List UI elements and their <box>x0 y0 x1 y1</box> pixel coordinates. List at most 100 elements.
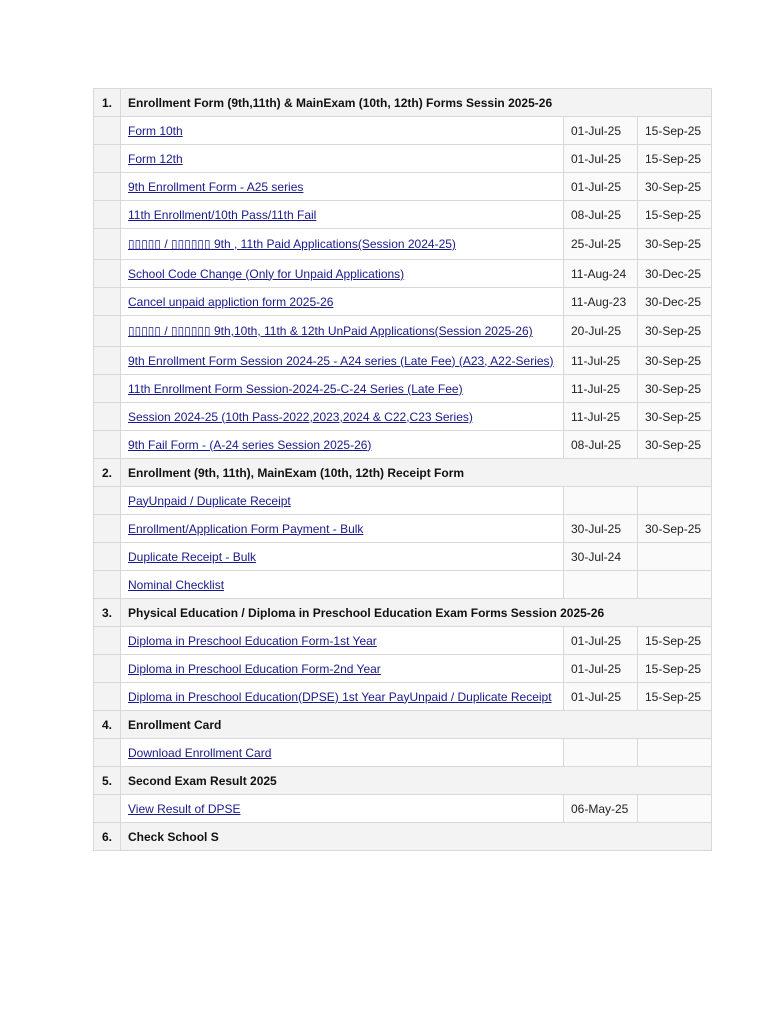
link-form-12th[interactable]: Form 12th <box>128 152 183 166</box>
end-date-cell <box>637 542 712 571</box>
end-date-cell: 30-Sep-25 <box>637 228 712 260</box>
table-row: 9th Enrollment Form - A25 series 01-Jul-2… <box>93 172 712 201</box>
section-title: Physical Education / Diploma in Preschoo… <box>120 598 712 627</box>
start-date-cell: 01-Jul-25 <box>563 144 638 173</box>
start-date-cell: 01-Jul-25 <box>563 626 638 655</box>
link-diploma-in-preschool-education-dpse-1st-[interactable]: Diploma in Preschool Education(DPSE) 1st… <box>128 690 552 704</box>
row-title-cell: ▯▯▯▯▯ / ▯▯▯▯▯▯ 9th,10th, 11th & 12th UnP… <box>120 315 564 347</box>
start-date-cell: 01-Jul-25 <box>563 682 638 711</box>
end-date-cell: 30-Dec-25 <box>637 259 712 288</box>
start-date-cell: 01-Jul-25 <box>563 654 638 683</box>
table-row: Diploma in Preschool Education Form-2nd … <box>93 654 712 683</box>
table-row: Enrollment/Application Form Payment - Bu… <box>93 514 712 543</box>
link-download-enrollment-card[interactable]: Download Enrollment Card <box>128 746 271 760</box>
link-view-result-of-dpse[interactable]: View Result of DPSE <box>128 802 241 816</box>
row-index-cell <box>93 144 121 173</box>
table-row: PayUnpaid / Duplicate Receipt <box>93 486 712 515</box>
end-date-cell: 15-Sep-25 <box>637 116 712 145</box>
row-title-cell: Form 12th <box>120 144 564 173</box>
table-row: Form 10th 01-Jul-25 15-Sep-25 <box>93 116 712 145</box>
row-title-cell: Diploma in Preschool Education Form-2nd … <box>120 654 564 683</box>
section-title: Enrollment Card <box>120 710 712 739</box>
row-index-cell <box>93 228 121 260</box>
end-date-cell: 15-Sep-25 <box>637 200 712 229</box>
row-title-cell: 11th Enrollment/10th Pass/11th Fail <box>120 200 564 229</box>
link-school-code-change-only-for-unpaid-appli[interactable]: School Code Change (Only for Unpaid Appl… <box>128 267 404 281</box>
link-nominal-checklist[interactable]: Nominal Checklist <box>128 578 224 592</box>
row-index-cell <box>93 682 121 711</box>
start-date-cell <box>563 738 638 767</box>
start-date-cell: 11-Aug-24 <box>563 259 638 288</box>
link-9th-fail-form-a-24-series-session-2025-2[interactable]: 9th Fail Form - (A-24 series Session 202… <box>128 438 371 452</box>
row-index-cell <box>93 486 121 515</box>
link-11th-enrollment-form-session-2024-25-c-2[interactable]: 11th Enrollment Form Session-2024-25-C-2… <box>128 382 463 396</box>
table-row: ▯▯▯▯▯ / ▯▯▯▯▯▯ 9th , 11th Paid Applicati… <box>93 228 712 260</box>
section-header-row: 3. Physical Education / Diploma in Presch… <box>93 598 712 627</box>
row-title-cell: View Result of DPSE <box>120 794 564 823</box>
link-11th-enrollment-10th-pass-11th-fail[interactable]: 11th Enrollment/10th Pass/11th Fail <box>128 208 316 222</box>
link-session-2024-25-10th-pass-2022-2023-2024[interactable]: Session 2024-25 (10th Pass-2022,2023,202… <box>128 410 473 424</box>
link-payunpaid-duplicate-receipt[interactable]: PayUnpaid / Duplicate Receipt <box>128 494 291 508</box>
section-number: 5. <box>93 766 121 795</box>
row-index-cell <box>93 514 121 543</box>
end-date-cell: 30-Sep-25 <box>637 374 712 403</box>
row-title-cell: Download Enrollment Card <box>120 738 564 767</box>
table-row: View Result of DPSE 06-May-25 <box>93 794 712 823</box>
link-9th-enrollment-form-session-2024-25-a24-[interactable]: 9th Enrollment Form Session 2024-25 - A2… <box>128 354 554 368</box>
row-title-cell: PayUnpaid / Duplicate Receipt <box>120 486 564 515</box>
row-index-cell <box>93 200 121 229</box>
start-date-cell: 01-Jul-25 <box>563 172 638 201</box>
link-cancel-unpaid-appliction-form-2025-26[interactable]: Cancel unpaid appliction form 2025-26 <box>128 295 333 309</box>
section-number: 1. <box>93 88 121 117</box>
end-date-cell: 15-Sep-25 <box>637 654 712 683</box>
link-diploma-in-preschool-education-form-1st-[interactable]: Diploma in Preschool Education Form-1st … <box>128 634 377 648</box>
end-date-cell <box>637 570 712 599</box>
section-title: Enrollment Form (9th,11th) & MainExam (1… <box>120 88 712 117</box>
section-number: 6. <box>93 822 121 851</box>
link-9th-enrollment-form-a25-series[interactable]: 9th Enrollment Form - A25 series <box>128 180 303 194</box>
link-9th-10th-11th-12th-unpaid-applications-s[interactable]: ▯▯▯▯▯ / ▯▯▯▯▯▯ 9th,10th, 11th & 12th UnP… <box>128 324 533 338</box>
table-row: Form 12th 01-Jul-25 15-Sep-25 <box>93 144 712 173</box>
table-row: 11th Enrollment/10th Pass/11th Fail 08-Ju… <box>93 200 712 229</box>
table-row: Duplicate Receipt - Bulk 30-Jul-24 <box>93 542 712 571</box>
start-date-cell: 11-Aug-23 <box>563 287 638 316</box>
link-9th-11th-paid-applications-session-2024-[interactable]: ▯▯▯▯▯ / ▯▯▯▯▯▯ 9th , 11th Paid Applicati… <box>128 237 456 251</box>
start-date-cell <box>563 570 638 599</box>
table-row: Diploma in Preschool Education(DPSE) 1st… <box>93 682 712 711</box>
row-title-cell: 9th Fail Form - (A-24 series Session 202… <box>120 430 564 459</box>
start-date-cell: 01-Jul-25 <box>563 116 638 145</box>
link-diploma-in-preschool-education-form-2nd-[interactable]: Diploma in Preschool Education Form-2nd … <box>128 662 381 676</box>
start-date-cell: 08-Jul-25 <box>563 430 638 459</box>
row-title-cell: Diploma in Preschool Education Form-1st … <box>120 626 564 655</box>
link-form-10th[interactable]: Form 10th <box>128 124 183 138</box>
end-date-cell <box>637 794 712 823</box>
section-title: Second Exam Result 2025 <box>120 766 712 795</box>
row-title-cell: Diploma in Preschool Education(DPSE) 1st… <box>120 682 564 711</box>
link-enrollment-application-form-payment-bulk[interactable]: Enrollment/Application Form Payment - Bu… <box>128 522 363 536</box>
forms-table: 1. Enrollment Form (9th,11th) & MainExam … <box>93 88 712 851</box>
row-title-cell: Cancel unpaid appliction form 2025-26 <box>120 287 564 316</box>
end-date-cell <box>637 738 712 767</box>
row-title-cell: 11th Enrollment Form Session-2024-25-C-2… <box>120 374 564 403</box>
end-date-cell: 30-Sep-25 <box>637 514 712 543</box>
row-index-cell <box>93 542 121 571</box>
row-title-cell: Duplicate Receipt - Bulk <box>120 542 564 571</box>
row-title-cell: Nominal Checklist <box>120 570 564 599</box>
forms-table-body: 1. Enrollment Form (9th,11th) & MainExam … <box>93 88 712 851</box>
start-date-cell: 30-Jul-24 <box>563 542 638 571</box>
table-row: Diploma in Preschool Education Form-1st … <box>93 626 712 655</box>
end-date-cell: 30-Sep-25 <box>637 430 712 459</box>
table-row: Download Enrollment Card <box>93 738 712 767</box>
section-header-row: 4. Enrollment Card <box>93 710 712 739</box>
row-index-cell <box>93 738 121 767</box>
section-number: 2. <box>93 458 121 487</box>
table-row: 9th Fail Form - (A-24 series Session 202… <box>93 430 712 459</box>
table-row: School Code Change (Only for Unpaid Appl… <box>93 259 712 288</box>
table-row: 11th Enrollment Form Session-2024-25-C-2… <box>93 374 712 403</box>
section-number: 3. <box>93 598 121 627</box>
section-header-row: 2. Enrollment (9th, 11th), MainExam (10th… <box>93 458 712 487</box>
start-date-cell: 30-Jul-25 <box>563 514 638 543</box>
row-index-cell <box>93 430 121 459</box>
link-duplicate-receipt-bulk[interactable]: Duplicate Receipt - Bulk <box>128 550 256 564</box>
start-date-cell: 11-Jul-25 <box>563 402 638 431</box>
